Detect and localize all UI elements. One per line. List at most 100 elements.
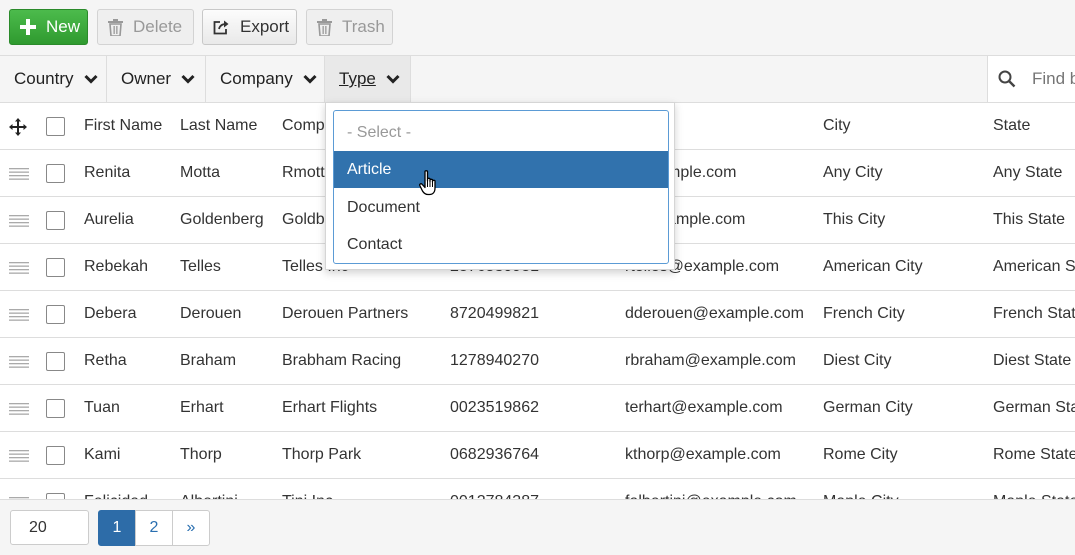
export-icon <box>213 19 230 35</box>
drag-handle-icon[interactable] <box>9 261 29 279</box>
cell-email: dderouen@example.com <box>625 305 805 322</box>
page-size-input[interactable] <box>10 510 89 545</box>
select-placeholder-option[interactable]: - Select - <box>334 114 668 151</box>
filter-company[interactable]: Company <box>206 56 325 102</box>
cell-last-name: Derouen <box>180 305 242 322</box>
cell-phone: 0682936764 <box>450 446 539 463</box>
filter-owner[interactable]: Owner <box>107 56 206 102</box>
cell-state: Maple State <box>993 479 1075 499</box>
cell-email: falbertini@example.com <box>625 479 815 499</box>
cell-city: Diest City <box>823 352 892 369</box>
cell-email: rbraham@example.com <box>625 352 796 369</box>
new-button-label: New <box>46 17 81 36</box>
cell-first-name: Aurelia <box>84 211 134 228</box>
cell-company: Thorp Park <box>282 446 362 463</box>
cell-first-name: Kami <box>84 446 121 463</box>
trash-icon <box>317 18 332 36</box>
cell-city: French City <box>823 305 905 322</box>
drag-handle-icon[interactable] <box>9 402 29 420</box>
row-checkbox[interactable] <box>46 446 65 465</box>
row-checkbox[interactable] <box>46 258 65 277</box>
cell-first-name: Renita <box>84 164 131 181</box>
cell-city: Any City <box>823 164 883 181</box>
chevron-down-icon <box>83 74 98 84</box>
next-page-button[interactable]: » <box>172 510 210 546</box>
type-select-listbox[interactable]: - Select - Article Document Contact <box>333 110 669 264</box>
search-input[interactable] <box>1032 66 1075 92</box>
cell-first-name: Debera <box>84 305 137 322</box>
cell-state: Diest State <box>993 352 1072 369</box>
delete-button-label: Delete <box>133 17 183 36</box>
cell-city: This City <box>823 211 886 228</box>
trash-button-label: Trash <box>342 17 385 36</box>
row-checkbox[interactable] <box>46 211 65 230</box>
cell-phone: 8720499821 <box>450 305 539 322</box>
cell-first-name: Tuan <box>84 399 120 416</box>
cell-last-name: Goldenberg <box>180 211 264 228</box>
cell-email: terhart@example.com <box>625 399 783 416</box>
row-checkbox[interactable] <box>46 164 65 183</box>
row-checkbox[interactable] <box>46 399 65 418</box>
search-box <box>987 56 1075 102</box>
cell-phone: 0023519862 <box>450 399 539 416</box>
new-button[interactable]: New <box>9 9 88 45</box>
filter-owner-label: Owner <box>121 69 172 88</box>
column-header-first-name[interactable]: First Name <box>84 103 174 149</box>
drag-handle-icon[interactable] <box>9 167 29 185</box>
cell-first-name: Retha <box>84 352 127 369</box>
option-document[interactable]: Document <box>334 189 668 226</box>
cell-city: German City <box>823 399 913 416</box>
chevron-down-icon <box>386 74 400 84</box>
filter-company-label: Company <box>220 69 293 88</box>
cell-last-name: Braham <box>180 352 237 369</box>
drag-handle-icon[interactable] <box>9 214 29 232</box>
cell-state: German Sta <box>993 399 1075 416</box>
cell-last-name: Motta <box>180 164 221 181</box>
cell-phone: 1278940270 <box>450 352 539 369</box>
cell-first-name: Rebekah <box>84 258 149 275</box>
table-row[interactable]: Kami Thorp Thorp Park 0682936764 kthorp@exam… <box>0 432 1075 479</box>
export-button-label: Export <box>240 17 290 36</box>
pagination: 1 2 » <box>98 510 210 546</box>
filter-country-label: Country <box>14 69 74 88</box>
plus-icon <box>20 19 36 35</box>
option-contact[interactable]: Contact <box>334 226 668 263</box>
hand-cursor-icon <box>419 170 439 201</box>
column-header-state[interactable]: State <box>993 103 1075 149</box>
cell-state: French Stat <box>993 305 1075 322</box>
column-header-city[interactable]: City <box>823 103 983 149</box>
cell-state: This State <box>993 211 1066 228</box>
cell-last-name: Telles <box>180 258 221 275</box>
type-filter-dropdown: - Select - Article Document Contact <box>325 102 675 270</box>
export-button[interactable]: Export <box>202 9 297 45</box>
option-article[interactable]: Article <box>334 151 668 188</box>
cell-last-name: Albertini <box>180 479 278 499</box>
cell-company: Derouen Partners <box>282 305 409 322</box>
chevron-down-icon <box>303 74 317 84</box>
cell-city: Maple City <box>823 479 988 499</box>
row-checkbox[interactable] <box>46 305 65 324</box>
drag-handle-icon[interactable] <box>9 308 29 326</box>
trash-button[interactable]: Trash <box>306 9 393 45</box>
move-icon[interactable] <box>9 118 27 141</box>
table-row[interactable]: Tuan Erhart Erhart Flights 0023519862 terhar… <box>0 385 1075 432</box>
drag-handle-icon[interactable] <box>9 355 29 373</box>
delete-button[interactable]: Delete <box>97 9 194 45</box>
filter-bar: Country Owner Company Type <box>0 56 1075 103</box>
cell-email: kthorp@example.com <box>625 446 781 463</box>
cell-state: Any State <box>993 164 1063 181</box>
select-all-checkbox[interactable] <box>46 117 65 136</box>
row-checkbox[interactable] <box>46 352 65 371</box>
page-1-button[interactable]: 1 <box>98 510 136 546</box>
table-row[interactable]: Debera Derouen Derouen Partners 8720499821 d… <box>0 291 1075 338</box>
cell-phone: 0012784387 <box>450 479 615 499</box>
table-row[interactable]: FelicidadAlbertiniTini Inc 0012784387 falb… <box>0 479 1075 499</box>
filter-type[interactable]: Type <box>325 56 411 102</box>
column-header-last-name[interactable]: Last Name <box>180 103 278 149</box>
page-2-button[interactable]: 2 <box>135 510 173 546</box>
cell-last-name: Thorp <box>180 446 222 463</box>
cell-last-name: Erhart <box>180 399 224 416</box>
drag-handle-icon[interactable] <box>9 449 29 467</box>
table-row[interactable]: Retha Braham Brabham Racing 1278940270 rbrah… <box>0 338 1075 385</box>
filter-country[interactable]: Country <box>0 56 107 102</box>
